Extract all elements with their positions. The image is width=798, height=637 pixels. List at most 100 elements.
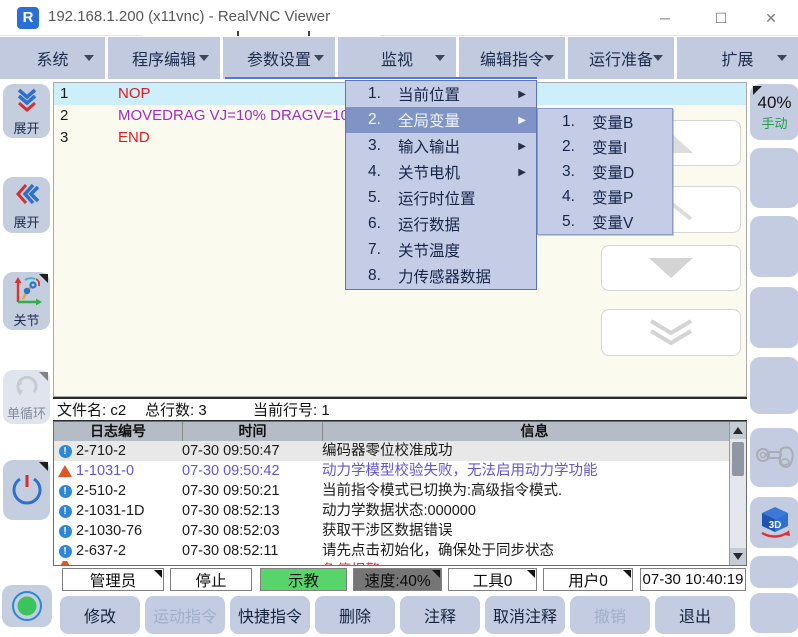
sidebar-joint-button[interactable]: 关节 xyxy=(3,272,50,330)
sidebar-expand-left-button[interactable]: 展开 xyxy=(3,177,50,233)
status-user-frame[interactable]: 用户0 xyxy=(543,568,633,591)
status-label: 工具0 xyxy=(473,569,513,591)
line-number: 1 xyxy=(60,83,68,105)
chevron-down-icon xyxy=(777,55,787,61)
menu-item-run-data[interactable]: 6. 运行数据 xyxy=(346,211,536,237)
sidebar-button-label: 单循环 xyxy=(3,403,50,422)
log-scrollbar[interactable] xyxy=(729,422,746,565)
status-datetime: 07-30 10:40:19 xyxy=(640,568,746,591)
quick-command-button[interactable]: 快捷指令 xyxy=(230,596,310,634)
scroll-bottom-button[interactable] xyxy=(601,309,741,356)
status-teach-mode: 示教 xyxy=(260,568,347,591)
log-message: 急停报警!!! xyxy=(322,561,746,566)
sidebar-expand-down-button[interactable]: 展开 xyxy=(3,84,50,138)
delete-button[interactable]: 删除 xyxy=(315,596,395,634)
active-menu-underline xyxy=(225,77,537,79)
item-number: 6. xyxy=(368,215,386,233)
menu-item-joint-temperature[interactable]: 7. 关节温度 xyxy=(346,237,536,263)
corner-mark-icon xyxy=(154,570,162,578)
log-row-partial[interactable]: 2-1030-43 07-30 08:52:02 急停报警!!! xyxy=(54,561,746,566)
scrollbar-up-arrow[interactable] xyxy=(730,422,746,439)
robot-joint-icon xyxy=(11,274,43,307)
log-row[interactable]: 1-1031-0 07-30 09:50:42 动力学模型校验失败，无法启用动力… xyxy=(54,461,746,481)
log-message: 动力学数据状态:000000 xyxy=(322,501,746,521)
menu-system[interactable]: 系统 xyxy=(0,37,105,79)
right-panel-button[interactable] xyxy=(750,357,798,414)
window-title: 192.168.1.200 (x11vnc) - RealVNC Viewer xyxy=(48,8,330,25)
scrollbar-down-arrow[interactable] xyxy=(730,548,746,565)
menu-program-edit[interactable]: 程序编辑 xyxy=(108,37,220,79)
menu-item-runtime-position[interactable]: 5. 运行时位置 xyxy=(346,185,536,211)
warning-icon xyxy=(58,465,72,477)
log-row[interactable]: 2-510-2 07-30 09:50:21 当前指令模式已切换为:高级指令模式… xyxy=(54,481,746,501)
log-id: 2-510-2 xyxy=(76,481,182,501)
mode-label: 手动 xyxy=(750,113,798,132)
status-label: 示教 xyxy=(288,569,319,591)
status-tool[interactable]: 工具0 xyxy=(448,568,537,591)
menu-item-input-output[interactable]: 3. 输入输出 ▶ xyxy=(346,133,536,159)
speed-mode-button[interactable]: 40% 手动 xyxy=(750,84,798,140)
right-panel-button[interactable] xyxy=(750,556,798,588)
log-row[interactable]: 2-710-2 07-30 09:50:47 编码器零位校准成功 xyxy=(54,441,746,461)
log-id: 2-1031-1D xyxy=(76,501,182,521)
item-number: 2. xyxy=(368,111,386,129)
menu-edit-command[interactable]: 编辑指令 xyxy=(459,37,565,79)
view-3d-button[interactable]: 3D xyxy=(750,497,798,548)
scrollbar-thumb[interactable] xyxy=(732,442,744,476)
chevron-down-icon xyxy=(435,55,445,61)
right-panel-button[interactable] xyxy=(750,287,798,348)
log-row[interactable]: 2-637-2 07-30 08:52:11 请先点击初始化，确保处于同步状态 xyxy=(54,541,746,561)
menu-label: 编辑指令 xyxy=(480,46,544,70)
minimize-button[interactable]: ─ xyxy=(648,3,682,33)
right-panel-button[interactable] xyxy=(750,216,798,277)
status-label: 速度:40% xyxy=(364,569,430,591)
file-info-bar: 文件名: c2 总行数: 3 当前行号: 1 xyxy=(53,397,747,421)
chevron-down-icon xyxy=(199,55,209,61)
maximize-button[interactable]: ☐ xyxy=(704,3,738,33)
action-bar: 修改 运动指令 快捷指令 删除 注释 取消注释 撤销 退出 xyxy=(60,592,746,637)
menu-bar: 系统 程序编辑 参数设置 监视 编辑指令 运行准备 扩展 xyxy=(0,37,798,79)
3d-cube-icon: 3D xyxy=(757,505,793,541)
info-icon xyxy=(59,545,72,558)
item-number: 5. xyxy=(368,189,386,207)
log-message: 动力学模型校验失败，无法启用动力学功能 xyxy=(322,461,746,481)
menu-param-settings[interactable]: 参数设置 xyxy=(223,37,335,79)
item-number: 4. xyxy=(562,188,580,206)
sidebar-power-button[interactable] xyxy=(3,460,50,520)
corner-mark-icon xyxy=(39,372,48,381)
menu-run-prepare[interactable]: 运行准备 xyxy=(568,37,674,79)
status-label: 停止 xyxy=(195,569,226,591)
modify-button[interactable]: 修改 xyxy=(60,596,140,634)
log-row[interactable]: 2-1030-76 07-30 08:52:03 获取干涉区数据错误 xyxy=(54,521,746,541)
motion-command-button[interactable]: 运动指令 xyxy=(145,596,225,634)
log-header-message: 信息 xyxy=(322,422,746,441)
submenu-item-variable-b[interactable]: 1. 变量B xyxy=(538,109,672,134)
menu-item-force-sensor-data[interactable]: 8. 力传感器数据 xyxy=(346,263,536,289)
gamepad-button[interactable] xyxy=(750,428,798,487)
right-panel-button[interactable] xyxy=(750,148,798,208)
sidebar-servo-button[interactable] xyxy=(2,585,52,627)
menu-item-global-variables[interactable]: 2. 全局变量 ▶ xyxy=(346,107,536,133)
item-number: 3. xyxy=(368,137,386,155)
scroll-down-button[interactable] xyxy=(601,245,741,291)
status-user-role[interactable]: 管理员 xyxy=(62,568,164,591)
submenu-item-variable-d[interactable]: 3. 变量D xyxy=(538,159,672,184)
status-speed[interactable]: 速度:40% xyxy=(353,568,442,591)
menu-item-current-position[interactable]: 1. 当前位置 ▶ xyxy=(346,81,536,107)
right-panel-button[interactable] xyxy=(750,593,798,633)
menu-extend[interactable]: 扩展 xyxy=(677,37,798,79)
menu-item-joint-motor[interactable]: 4. 关节电机 ▶ xyxy=(346,159,536,185)
sidebar-single-cycle-button[interactable]: 单循环 xyxy=(3,370,50,424)
close-button[interactable]: ✕ xyxy=(754,3,788,33)
undo-button[interactable]: 撤销 xyxy=(570,596,650,634)
menu-monitor[interactable]: 监视 xyxy=(338,37,456,79)
submenu-item-variable-v[interactable]: 5. 变量V xyxy=(538,209,672,234)
comment-button[interactable]: 注释 xyxy=(400,596,480,634)
uncomment-button[interactable]: 取消注释 xyxy=(485,596,565,634)
log-row[interactable]: 2-1031-1D 07-30 08:52:13 动力学数据状态:000000 xyxy=(54,501,746,521)
line-number: 3 xyxy=(60,127,68,149)
submenu-item-variable-p[interactable]: 4. 变量P xyxy=(538,184,672,209)
exit-button[interactable]: 退出 xyxy=(655,596,735,634)
info-icon xyxy=(59,445,72,458)
submenu-item-variable-i[interactable]: 2. 变量I xyxy=(538,134,672,159)
